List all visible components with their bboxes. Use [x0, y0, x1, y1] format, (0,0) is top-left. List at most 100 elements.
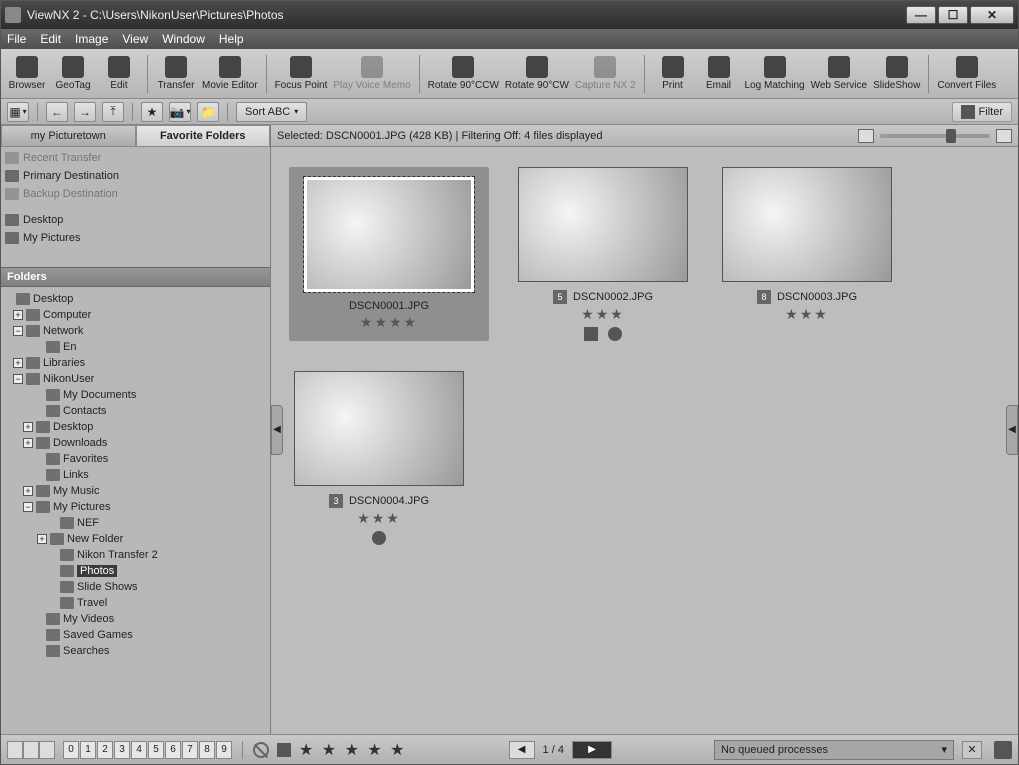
tree-desktop[interactable]: Desktop [3, 291, 268, 307]
queue-cancel-button[interactable]: ✕ [962, 741, 982, 759]
expand-icon[interactable]: + [23, 422, 33, 432]
favorite-folder-button[interactable]: ★ [141, 102, 163, 122]
folder-action-button[interactable]: 📷 [169, 102, 191, 122]
slider-thumb[interactable] [946, 129, 956, 143]
tree-favorites[interactable]: Favorites [3, 451, 268, 467]
label-number-3[interactable]: 3 [114, 741, 130, 759]
label-number-1[interactable]: 1 [80, 741, 96, 759]
tab-picturetown[interactable]: my Picturetown [1, 125, 136, 147]
rating-stars[interactable]: ★ ★ ★ ★ ★ [299, 740, 407, 760]
tree-nef[interactable]: NEF [3, 515, 268, 531]
tab-favorite-folders[interactable]: Favorite Folders [136, 125, 271, 147]
tree-nikonuser[interactable]: −NikonUser [3, 371, 268, 387]
thumbnail-image[interactable] [304, 177, 474, 292]
label-number-8[interactable]: 8 [199, 741, 215, 759]
tree-downloads[interactable]: +Downloads [3, 435, 268, 451]
collapse-icon[interactable]: − [23, 502, 33, 512]
maximize-button[interactable]: ☐ [938, 6, 968, 24]
thumbnail-card[interactable]: 8DSCN0003.JPG★★★ [717, 167, 897, 341]
clear-rating-icon[interactable] [253, 742, 269, 758]
email-button[interactable]: Email [699, 51, 739, 97]
expand-icon[interactable]: + [13, 310, 23, 320]
trash-button[interactable] [994, 741, 1012, 759]
rotate-cw-button[interactable]: Rotate 90°CW [505, 51, 569, 97]
tree-slide-shows[interactable]: Slide Shows [3, 579, 268, 595]
expand-icon[interactable]: + [37, 534, 47, 544]
tree-my-music[interactable]: +My Music [3, 483, 268, 499]
tree-network[interactable]: −Network [3, 323, 268, 339]
tree-nikon-transfer[interactable]: Nikon Transfer 2 [3, 547, 268, 563]
expand-icon[interactable]: + [23, 438, 33, 448]
menu-edit[interactable]: Edit [40, 32, 61, 46]
thumbnail-card[interactable]: 3DSCN0004.JPG★★★ [289, 371, 469, 545]
transfer-button[interactable]: Transfer [156, 51, 196, 97]
zoom-small-icon[interactable] [858, 129, 874, 143]
log-matching-button[interactable]: Log Matching [745, 51, 805, 97]
zoom-slider[interactable] [880, 134, 990, 138]
expand-icon[interactable]: + [23, 486, 33, 496]
tree-libraries[interactable]: +Libraries [3, 355, 268, 371]
right-panel-handle[interactable]: ◀ [1006, 405, 1018, 455]
rotate-ccw-button[interactable]: Rotate 90°CCW [428, 51, 499, 97]
thumbnail-image[interactable] [722, 167, 892, 282]
tree-computer[interactable]: +Computer [3, 307, 268, 323]
thumbnail-image[interactable] [518, 167, 688, 282]
label-number-0[interactable]: 0 [63, 741, 79, 759]
nav-up-button[interactable]: ⤒ [102, 102, 124, 122]
menu-image[interactable]: Image [75, 32, 108, 46]
convert-files-button[interactable]: Convert Files [937, 51, 996, 97]
fav-primary-destination[interactable]: Primary Destination [5, 167, 266, 185]
tree-saved-games[interactable]: Saved Games [3, 627, 268, 643]
menu-view[interactable]: View [122, 32, 148, 46]
nav-forward-button[interactable]: → [74, 102, 96, 122]
nav-back-button[interactable]: ← [46, 102, 68, 122]
fav-my-pictures[interactable]: My Pictures [5, 229, 266, 247]
thumbnail-card[interactable]: 5DSCN0002.JPG★★★ [513, 167, 693, 341]
menu-file[interactable]: File [7, 32, 26, 46]
tree-new-folder[interactable]: +New Folder [3, 531, 268, 547]
menu-help[interactable]: Help [219, 32, 244, 46]
tree-en[interactable]: En [3, 339, 268, 355]
tree-links[interactable]: Links [3, 467, 268, 483]
focus-point-button[interactable]: Focus Point [275, 51, 328, 97]
label-number-6[interactable]: 6 [165, 741, 181, 759]
new-folder-button[interactable]: 📁 [197, 102, 219, 122]
view-mode-button[interactable]: ▦ [7, 102, 29, 122]
geotag-button[interactable]: GeoTag [53, 51, 93, 97]
tree-desktop2[interactable]: +Desktop [3, 419, 268, 435]
process-queue[interactable]: No queued processes▾ [714, 740, 954, 760]
left-panel-handle[interactable]: ◀ [271, 405, 283, 455]
label-segments[interactable] [7, 741, 55, 759]
tree-my-pictures[interactable]: −My Pictures [3, 499, 268, 515]
browser-button[interactable]: Browser [7, 51, 47, 97]
trash-rating-icon[interactable] [277, 743, 291, 757]
label-number-2[interactable]: 2 [97, 741, 113, 759]
minimize-button[interactable]: — [906, 6, 936, 24]
edit-button[interactable]: Edit [99, 51, 139, 97]
label-number-5[interactable]: 5 [148, 741, 164, 759]
zoom-large-icon[interactable] [996, 129, 1012, 143]
slideshow-button[interactable]: SlideShow [873, 51, 920, 97]
tree-contacts[interactable]: Contacts [3, 403, 268, 419]
collapse-icon[interactable]: − [13, 374, 23, 384]
movie-editor-button[interactable]: Movie Editor [202, 51, 258, 97]
sort-button[interactable]: Sort ABC [236, 102, 307, 122]
print-button[interactable]: Print [653, 51, 693, 97]
thumbnail-card[interactable]: DSCN0001.JPG★★★★ [289, 167, 489, 341]
thumbnail-image[interactable] [294, 371, 464, 486]
label-number-9[interactable]: 9 [216, 741, 232, 759]
fav-desktop[interactable]: Desktop [5, 211, 266, 229]
filter-button[interactable]: Filter [952, 102, 1012, 122]
menu-window[interactable]: Window [162, 32, 205, 46]
tree-photos[interactable]: Photos [3, 563, 268, 579]
web-service-button[interactable]: Web Service [811, 51, 868, 97]
label-number-7[interactable]: 7 [182, 741, 198, 759]
tree-travel[interactable]: Travel [3, 595, 268, 611]
pager-play[interactable]: ▶ [572, 741, 612, 759]
collapse-icon[interactable]: − [13, 326, 23, 336]
close-button[interactable]: ✕ [970, 6, 1014, 24]
label-number-4[interactable]: 4 [131, 741, 147, 759]
tree-searches[interactable]: Searches [3, 643, 268, 659]
pager-prev[interactable]: ◀ [509, 741, 535, 759]
tree-my-documents[interactable]: My Documents [3, 387, 268, 403]
